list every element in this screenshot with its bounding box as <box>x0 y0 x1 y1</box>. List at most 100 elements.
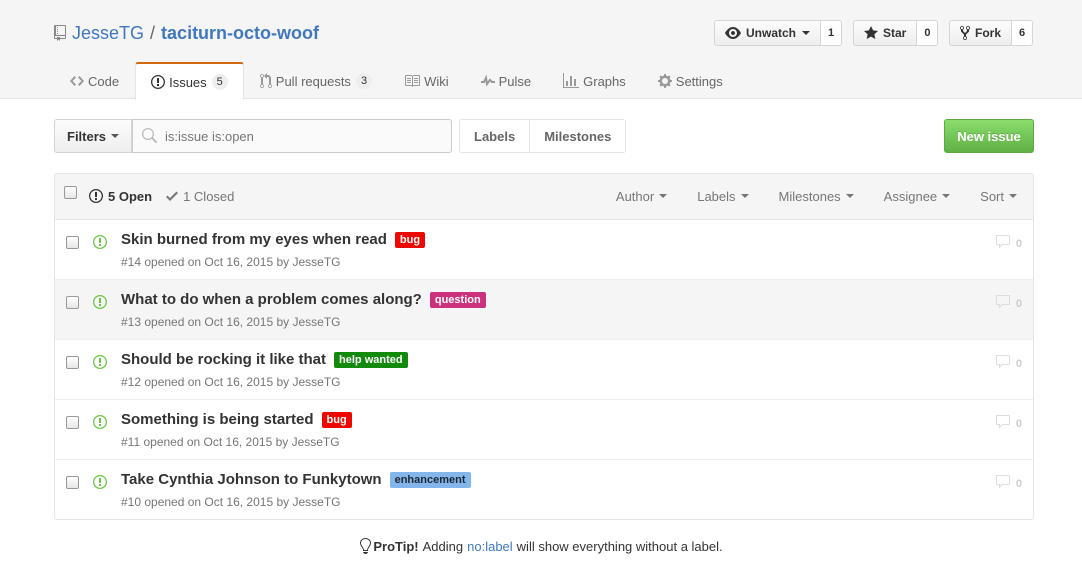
issue-row[interactable]: Take Cynthia Johnson to Funkytown enhance… <box>55 460 1033 519</box>
issue-title-wrap: What to do when a problem comes along? qu… <box>121 291 486 308</box>
tab-issues[interactable]: Issues 5 <box>135 62 244 100</box>
labels-filter-label: Labels <box>697 188 736 204</box>
tab-settings-label: Settings <box>675 73 723 89</box>
issue-opened-icon <box>151 75 166 89</box>
closed-issues-link[interactable]: 1 Closed <box>166 188 234 204</box>
tab-graphs[interactable]: Graphs <box>547 62 642 99</box>
comment-icon <box>995 354 1016 373</box>
comments-link[interactable]: 0 <box>995 414 1022 433</box>
repo-name-link[interactable]: taciturn-octo-woof <box>161 23 319 44</box>
comments-link[interactable]: 0 <box>995 354 1022 373</box>
search-icon <box>142 128 158 143</box>
comments-link[interactable]: 0 <box>995 474 1022 493</box>
issue-label[interactable]: question <box>429 291 486 308</box>
filters-dropdown[interactable]: Filters <box>54 119 133 153</box>
gear-icon <box>657 74 672 88</box>
issue-row[interactable]: Should be rocking it like that help wante… <box>55 340 1033 400</box>
issue-meta: #13 opened on Oct 16, 2015 by JesseTG <box>121 315 341 329</box>
issue-meta: #14 opened on Oct 16, 2015 by JesseTG <box>121 255 341 269</box>
issue-opened-icon <box>93 474 107 493</box>
tab-issues-label: Issues <box>169 74 207 90</box>
comment-icon <box>995 234 1016 253</box>
issue-checkbox[interactable] <box>66 476 79 489</box>
issue-row[interactable]: Something is being started bug #11 opened … <box>55 400 1033 460</box>
issues-list: 5 Open 1 Closed Author Labels Milestones… <box>54 173 1034 520</box>
tab-wiki-label: Wiki <box>424 73 449 89</box>
table-filters: Author Labels Milestones Assignee Sort <box>586 174 1017 218</box>
issue-checkbox[interactable] <box>66 356 79 369</box>
issue-checkbox[interactable] <box>66 296 79 309</box>
tab-code-label: Code <box>88 73 120 89</box>
chevron-down-icon <box>802 31 811 35</box>
subnav-links: Labels Milestones <box>459 119 627 153</box>
issue-title-wrap: Should be rocking it like that help wante… <box>121 351 408 368</box>
issue-opened-icon <box>93 414 107 433</box>
assignee-filter-label: Assignee <box>883 188 938 204</box>
tab-wiki[interactable]: Wiki <box>388 62 465 99</box>
issue-title-link[interactable]: Take Cynthia Johnson to Funkytown <box>121 471 382 488</box>
issue-title-wrap: Something is being started bug <box>121 411 352 428</box>
comment-count: 0 <box>1015 477 1022 490</box>
milestones-link[interactable]: Milestones <box>530 119 627 153</box>
chevron-down-icon <box>659 194 668 198</box>
protip-before: Adding <box>422 538 464 554</box>
issue-title-link[interactable]: What to do when a problem comes along? <box>121 291 422 308</box>
new-issue-button[interactable]: New issue <box>944 119 1034 153</box>
sort-filter-label: Sort <box>980 188 1004 204</box>
issue-title-link[interactable]: Should be rocking it like that <box>121 351 326 368</box>
tab-pull-requests[interactable]: Pull requests 3 <box>244 62 388 99</box>
issue-title-link[interactable]: Something is being started <box>121 411 314 428</box>
chevron-down-icon <box>1009 194 1017 198</box>
issue-opened-icon <box>93 294 107 313</box>
issue-states: 5 Open 1 Closed <box>89 174 248 218</box>
comment-count: 0 <box>1015 237 1022 250</box>
issue-row[interactable]: What to do when a problem comes along? qu… <box>55 280 1033 340</box>
star-button[interactable]: Star <box>853 20 918 46</box>
issue-checkbox[interactable] <box>66 416 79 429</box>
repo-owner-link[interactable]: JesseTG <box>72 23 144 44</box>
issue-title-wrap: Skin burned from my eyes when read bug <box>121 231 426 248</box>
stargazers-count[interactable]: 0 <box>917 20 939 46</box>
issue-label[interactable]: enhancement <box>389 471 471 488</box>
issue-title-link[interactable]: Skin burned from my eyes when read <box>121 231 387 248</box>
issue-label[interactable]: bug <box>321 411 352 428</box>
tab-pulse[interactable]: Pulse <box>465 62 548 99</box>
pull-requests-counter: 3 <box>355 73 373 89</box>
forks-count[interactable]: 6 <box>1012 20 1034 46</box>
comment-count: 0 <box>1015 357 1022 370</box>
sort-filter[interactable]: Sort <box>980 189 1017 204</box>
assignee-filter[interactable]: Assignee <box>883 188 951 204</box>
fork-button[interactable]: Fork <box>949 20 1013 46</box>
watch-group: Unwatch 1 <box>714 20 843 46</box>
repo-header: JesseTG / taciturn-octo-woof Unwatch 1 S… <box>0 0 1082 100</box>
issue-label[interactable]: bug <box>394 231 426 248</box>
issues-counter: 5 <box>211 74 228 90</box>
code-icon <box>70 76 84 86</box>
issue-checkbox[interactable] <box>66 236 79 249</box>
no-label-link[interactable]: no:label <box>467 539 513 554</box>
comments-link[interactable]: 0 <box>995 294 1022 313</box>
issue-label[interactable]: help wanted <box>334 351 408 368</box>
open-issues-link[interactable]: 5 Open <box>89 188 152 204</box>
labels-link[interactable]: Labels <box>459 119 531 153</box>
git-pull-request-icon <box>259 73 272 89</box>
check-icon <box>166 191 179 201</box>
issue-opened-icon <box>89 189 103 203</box>
comments-link[interactable]: 0 <box>995 234 1022 253</box>
tab-settings[interactable]: Settings <box>642 62 739 99</box>
milestones-filter[interactable]: Milestones <box>779 189 854 204</box>
select-all-checkbox[interactable] <box>64 186 77 199</box>
filters-label: Filters <box>67 128 107 144</box>
watchers-count[interactable]: 1 <box>821 20 843 46</box>
author-filter[interactable]: Author <box>616 189 668 204</box>
tab-code[interactable]: Code <box>54 62 135 99</box>
unwatch-button[interactable]: Unwatch <box>714 20 822 46</box>
labels-filter[interactable]: Labels <box>697 188 749 204</box>
chevron-down-icon <box>845 194 854 198</box>
issue-meta: #12 opened on Oct 16, 2015 by JesseTG <box>121 375 341 389</box>
issue-row[interactable]: Skin burned from my eyes when read bug #14… <box>55 220 1033 280</box>
repo-title: JesseTG / taciturn-octo-woof <box>54 20 319 46</box>
protip-title: ProTip! <box>373 538 419 554</box>
book-icon <box>405 75 421 87</box>
search-input[interactable] <box>165 128 436 144</box>
